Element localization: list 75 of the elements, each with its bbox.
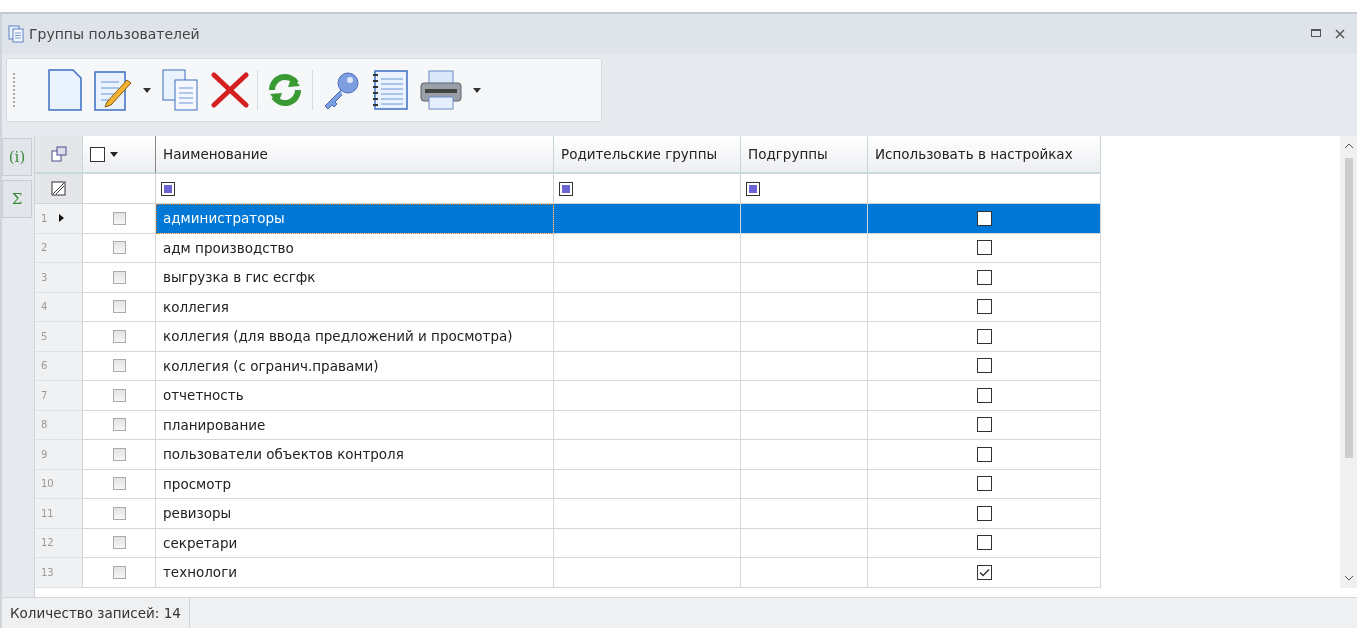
row-checkbox[interactable] xyxy=(112,241,126,255)
checkbox[interactable] xyxy=(976,446,992,462)
row-checkbox[interactable] xyxy=(112,447,126,461)
checkbox[interactable] xyxy=(976,387,992,403)
table-cell: выгрузка в гис есгфк xyxy=(156,263,554,293)
row-checkbox[interactable] xyxy=(112,506,126,520)
delete-icon[interactable] xyxy=(211,72,249,108)
column-header[interactable]: Наименование xyxy=(156,136,554,174)
table-cell: просмотр xyxy=(156,469,554,499)
row-checkbox[interactable] xyxy=(112,536,126,550)
checkbox[interactable] xyxy=(976,476,992,492)
row-checkbox[interactable] xyxy=(112,418,126,432)
table-cell: секретари xyxy=(156,528,554,558)
checkbox[interactable] xyxy=(976,564,992,580)
row-number: 1 xyxy=(35,204,83,234)
scrollbar[interactable] xyxy=(1340,136,1357,588)
row-number: 11 xyxy=(35,499,83,529)
notebook-icon[interactable] xyxy=(371,69,409,111)
row-checkbox[interactable] xyxy=(112,300,126,314)
edit-document-icon[interactable] xyxy=(93,68,133,112)
checkbox[interactable] xyxy=(976,505,992,521)
row-checkbox[interactable] xyxy=(112,270,126,284)
select-all-checkbox[interactable] xyxy=(83,136,156,174)
dropdown-caret-icon[interactable] xyxy=(110,151,118,157)
side-tab[interactable]: (i) xyxy=(2,138,32,176)
table-cell: планирование xyxy=(156,410,554,440)
row-checkbox[interactable] xyxy=(112,329,126,343)
row-checkbox[interactable] xyxy=(112,211,126,225)
row-checkbox[interactable] xyxy=(112,359,126,373)
row-checkbox[interactable] xyxy=(112,388,126,402)
printer-icon[interactable] xyxy=(419,69,463,111)
column-header[interactable]: Использовать в настройках xyxy=(868,136,1101,174)
row-number: 12 xyxy=(35,528,83,558)
checkbox[interactable] xyxy=(976,240,992,256)
table-cell: администраторы xyxy=(156,204,554,234)
row-number: 2 xyxy=(35,233,83,263)
row-number: 3 xyxy=(35,263,83,293)
row-number: 7 xyxy=(35,381,83,411)
table-cell: коллегия xyxy=(156,292,554,322)
checkbox[interactable] xyxy=(976,328,992,344)
checkbox[interactable] xyxy=(976,358,992,374)
row-number: 6 xyxy=(35,351,83,381)
row-number: 5 xyxy=(35,322,83,352)
row-checkbox[interactable] xyxy=(112,565,126,579)
checkbox[interactable] xyxy=(976,417,992,433)
checkbox[interactable] xyxy=(976,535,992,551)
row-number: 10 xyxy=(35,469,83,499)
checkbox[interactable] xyxy=(976,210,992,226)
row-number: 13 xyxy=(35,558,83,588)
window-title: Группы пользователей xyxy=(29,26,201,42)
filter-toggle-icon[interactable] xyxy=(35,174,83,204)
table-cell: коллегия (с огранич.правами) xyxy=(156,351,554,381)
close-icon[interactable] xyxy=(1335,29,1345,39)
column-chooser-icon[interactable] xyxy=(35,136,83,174)
table-cell: отчетность xyxy=(156,381,554,411)
table-cell: коллегия (для ввода предложений и просмотра) xyxy=(156,322,554,352)
row-number: 4 xyxy=(35,292,83,322)
table-cell: ревизоры xyxy=(156,499,554,529)
documents-icon xyxy=(8,25,24,43)
row-number: 8 xyxy=(35,410,83,440)
column-header[interactable]: Подгруппы xyxy=(741,136,868,174)
current-row-icon xyxy=(59,214,65,223)
maximize-icon[interactable] xyxy=(1311,29,1321,37)
dropdown-caret-icon[interactable] xyxy=(143,87,151,93)
new-document-icon[interactable] xyxy=(47,68,83,112)
checkbox[interactable] xyxy=(976,269,992,285)
record-count: Количество записей: 14 xyxy=(2,598,190,628)
column-header[interactable]: Родительские группы xyxy=(554,136,741,174)
row-number: 9 xyxy=(35,440,83,470)
dropdown-caret-icon[interactable] xyxy=(473,87,481,93)
table-cell: пользователи объектов контроля xyxy=(156,440,554,470)
table-cell: адм производство xyxy=(156,233,554,263)
table-cell: технологи xyxy=(156,558,554,588)
row-checkbox[interactable] xyxy=(112,477,126,491)
checkbox[interactable] xyxy=(976,299,992,315)
